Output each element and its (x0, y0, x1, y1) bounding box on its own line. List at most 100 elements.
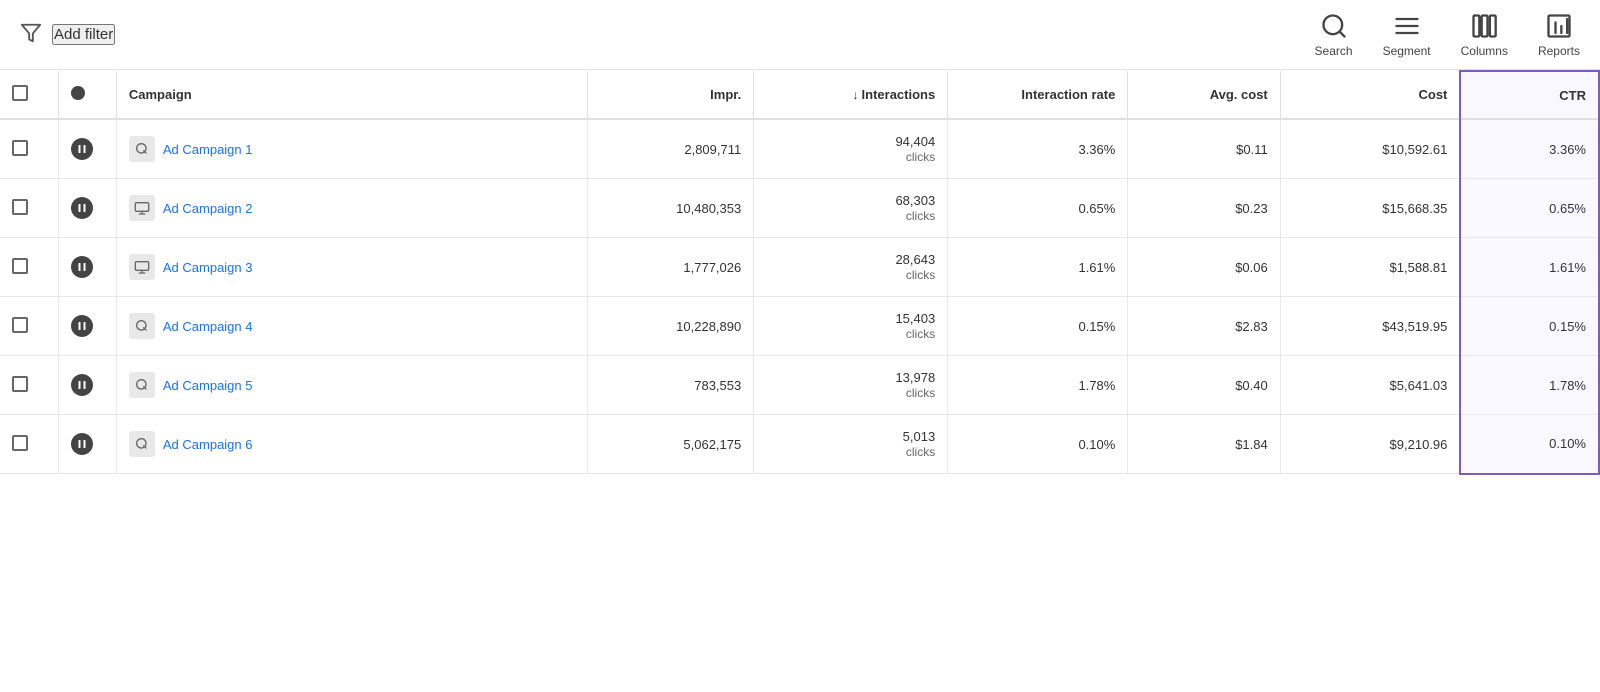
row-ctr: 3.36% (1460, 119, 1599, 179)
row-status-cell (58, 415, 116, 474)
segment-icon (1393, 12, 1421, 40)
campaign-type-icon (129, 136, 155, 162)
row-ctr: 0.10% (1460, 415, 1599, 474)
reports-label: Reports (1538, 44, 1580, 58)
row-ctr: 1.61% (1460, 238, 1599, 297)
segment-toolbar-button[interactable]: Segment (1383, 12, 1431, 58)
header-avg-cost: Avg. cost (1128, 71, 1280, 119)
reports-icon (1545, 12, 1573, 40)
row-interaction-rate: 0.10% (948, 415, 1128, 474)
campaign-link[interactable]: Ad Campaign 2 (163, 201, 253, 216)
row-checkbox-cell[interactable] (0, 297, 58, 356)
table-row: Ad Campaign 3 1,777,026 28,643clicks 1.6… (0, 238, 1599, 297)
campaign-type-icon (129, 313, 155, 339)
header-checkbox[interactable] (12, 85, 28, 101)
row-checkbox-cell[interactable] (0, 356, 58, 415)
campaign-link[interactable]: Ad Campaign 3 (163, 260, 253, 275)
row-ctr: 0.65% (1460, 179, 1599, 238)
row-status-cell (58, 297, 116, 356)
campaign-cell: Ad Campaign 3 (129, 254, 575, 280)
campaign-link[interactable]: Ad Campaign 1 (163, 142, 253, 157)
row-interactions: 94,404clicks (754, 119, 948, 179)
row-interaction-rate: 0.65% (948, 179, 1128, 238)
header-campaign: Campaign (116, 71, 587, 119)
table-row: Ad Campaign 1 2,809,711 94,404clicks 3.3… (0, 119, 1599, 179)
row-impr: 10,228,890 (587, 297, 753, 356)
header-status-cell (58, 71, 116, 119)
toolbar: Add filter Search Segment Columns (0, 0, 1600, 70)
row-checkbox-cell[interactable] (0, 179, 58, 238)
search-icon (1320, 12, 1348, 40)
row-impr: 1,777,026 (587, 238, 753, 297)
header-impr: Impr. (587, 71, 753, 119)
row-cost: $43,519.95 (1280, 297, 1460, 356)
row-avg-cost: $0.40 (1128, 356, 1280, 415)
row-interaction-rate: 1.78% (948, 356, 1128, 415)
row-status-cell (58, 356, 116, 415)
row-checkbox[interactable] (12, 435, 28, 451)
columns-icon (1470, 12, 1498, 40)
row-cost: $15,668.35 (1280, 179, 1460, 238)
campaign-link[interactable]: Ad Campaign 6 (163, 437, 253, 452)
row-avg-cost: $1.84 (1128, 415, 1280, 474)
row-campaign-cell: Ad Campaign 6 (116, 415, 587, 474)
search-label: Search (1315, 44, 1353, 58)
header-cost: Cost (1280, 71, 1460, 119)
row-interactions: 13,978clicks (754, 356, 948, 415)
row-avg-cost: $0.06 (1128, 238, 1280, 297)
row-interactions: 15,403clicks (754, 297, 948, 356)
row-avg-cost: $0.11 (1128, 119, 1280, 179)
table-row: Ad Campaign 5 783,553 13,978clicks 1.78%… (0, 356, 1599, 415)
filter-icon (20, 22, 42, 47)
campaign-type-icon (129, 195, 155, 221)
campaign-link[interactable]: Ad Campaign 4 (163, 319, 253, 334)
row-cost: $1,588.81 (1280, 238, 1460, 297)
table-header-row: Campaign Impr. ↓Interactions Interaction… (0, 71, 1599, 119)
pause-icon (71, 256, 93, 278)
search-toolbar-button[interactable]: Search (1315, 12, 1353, 58)
campaign-cell: Ad Campaign 2 (129, 195, 575, 221)
row-checkbox[interactable] (12, 376, 28, 392)
pause-icon (71, 315, 93, 337)
row-campaign-cell: Ad Campaign 1 (116, 119, 587, 179)
row-status-cell (58, 179, 116, 238)
columns-label: Columns (1461, 44, 1508, 58)
pause-icon (71, 138, 93, 160)
row-checkbox[interactable] (12, 140, 28, 156)
header-interactions[interactable]: ↓Interactions (754, 71, 948, 119)
row-campaign-cell: Ad Campaign 3 (116, 238, 587, 297)
table-row: Ad Campaign 6 5,062,175 5,013clicks 0.10… (0, 415, 1599, 474)
row-interactions: 5,013clicks (754, 415, 948, 474)
row-checkbox[interactable] (12, 199, 28, 215)
row-impr: 783,553 (587, 356, 753, 415)
row-impr: 10,480,353 (587, 179, 753, 238)
row-interactions: 68,303clicks (754, 179, 948, 238)
row-cost: $9,210.96 (1280, 415, 1460, 474)
reports-toolbar-button[interactable]: Reports (1538, 12, 1580, 58)
row-checkbox-cell[interactable] (0, 415, 58, 474)
row-interaction-rate: 1.61% (948, 238, 1128, 297)
row-checkbox[interactable] (12, 258, 28, 274)
row-checkbox[interactable] (12, 317, 28, 333)
row-cost: $10,592.61 (1280, 119, 1460, 179)
table-row: Ad Campaign 4 10,228,890 15,403clicks 0.… (0, 297, 1599, 356)
campaign-link[interactable]: Ad Campaign 5 (163, 378, 253, 393)
row-cost: $5,641.03 (1280, 356, 1460, 415)
table-body: Ad Campaign 1 2,809,711 94,404clicks 3.3… (0, 119, 1599, 474)
segment-label: Segment (1383, 44, 1431, 58)
header-interaction-rate: Interaction rate (948, 71, 1128, 119)
table-row: Ad Campaign 2 10,480,353 68,303clicks 0.… (0, 179, 1599, 238)
sort-down-icon: ↓ (853, 88, 859, 102)
row-campaign-cell: Ad Campaign 4 (116, 297, 587, 356)
columns-toolbar-button[interactable]: Columns (1461, 12, 1508, 58)
header-checkbox-cell[interactable] (0, 71, 58, 119)
campaign-cell: Ad Campaign 1 (129, 136, 575, 162)
row-checkbox-cell[interactable] (0, 238, 58, 297)
row-interactions: 28,643clicks (754, 238, 948, 297)
add-filter-button[interactable]: Add filter (52, 24, 115, 45)
row-status-cell (58, 238, 116, 297)
row-ctr: 0.15% (1460, 297, 1599, 356)
row-avg-cost: $2.83 (1128, 297, 1280, 356)
row-avg-cost: $0.23 (1128, 179, 1280, 238)
row-checkbox-cell[interactable] (0, 119, 58, 179)
